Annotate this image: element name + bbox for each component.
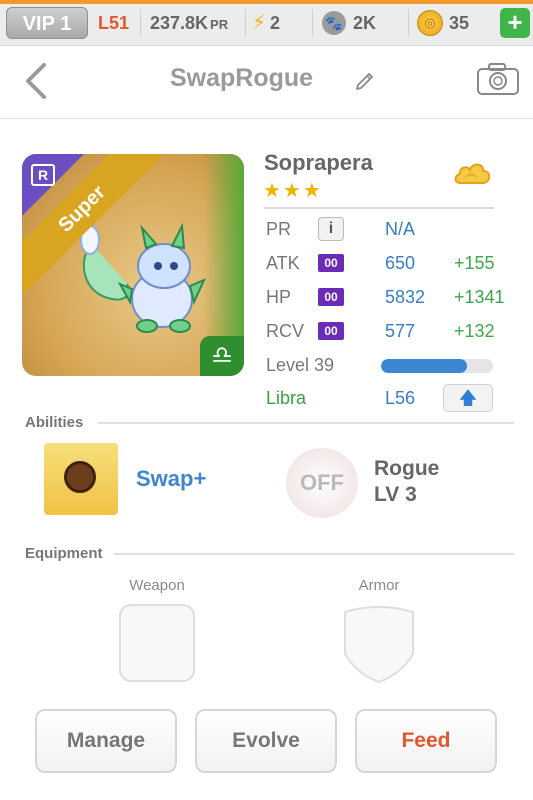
coin-counter[interactable]: 35 bbox=[449, 8, 469, 38]
passive-info: Rogue LV 3 bbox=[374, 456, 439, 508]
add-coins-button[interactable]: + bbox=[500, 8, 530, 38]
divider bbox=[245, 9, 246, 37]
divider bbox=[408, 9, 409, 37]
stats-divider bbox=[264, 207, 494, 209]
pr-stat-value: N/A bbox=[385, 219, 416, 239]
swap-ability-icon[interactable] bbox=[44, 443, 118, 515]
zodiac-icon: ♎ bbox=[200, 336, 244, 376]
pencil-icon[interactable] bbox=[354, 68, 376, 90]
weapon-label: Weapon bbox=[129, 577, 185, 594]
stat-row-atk: ATK 00 650 +155 bbox=[264, 249, 514, 277]
divider bbox=[140, 9, 141, 37]
zodiac-upgrade-button[interactable]: 🡅 bbox=[443, 384, 493, 412]
vip-badge[interactable]: VIP 1 bbox=[6, 7, 88, 39]
energy-value: 2 bbox=[270, 13, 281, 33]
stat-row-hp: HP 00 5832 +1341 bbox=[264, 283, 514, 311]
stat-row-zodiac: Libra L56 🡅 bbox=[264, 384, 514, 412]
passive-name: Rogue bbox=[374, 457, 440, 480]
passive-off-icon[interactable]: OFF bbox=[286, 448, 358, 518]
stat-row-level: Level 39 bbox=[264, 351, 514, 379]
equipment-title: Equipment bbox=[25, 545, 103, 562]
divider bbox=[312, 9, 313, 37]
atk-label: ATK bbox=[266, 253, 300, 273]
atk-plus-badge: 00 bbox=[318, 254, 344, 272]
abilities-divider bbox=[98, 422, 514, 424]
pr-label: PR bbox=[266, 219, 292, 239]
player-pr: 237.8K PR bbox=[150, 8, 228, 38]
hp-label: HP bbox=[266, 287, 292, 307]
hp-value: 5832 bbox=[385, 287, 426, 307]
camera-icon[interactable] bbox=[476, 62, 520, 96]
bolt-icon: ⚡ bbox=[252, 12, 267, 34]
page-header: SwapRogue bbox=[0, 47, 533, 119]
back-icon[interactable] bbox=[22, 61, 52, 101]
player-level: L51 bbox=[98, 13, 130, 33]
evolve-button[interactable]: Evolve bbox=[195, 709, 337, 773]
stat-row-pr: PR i N/A bbox=[264, 215, 514, 243]
rcv-label: RCV bbox=[266, 321, 305, 341]
passive-state: OFF bbox=[300, 470, 344, 495]
level-progress-fill bbox=[381, 359, 468, 373]
atk-value: 650 bbox=[385, 253, 416, 273]
pr-value: 237.8K bbox=[150, 13, 209, 33]
paw-icon: 🐾 bbox=[322, 11, 346, 35]
hp-plus-badge: 00 bbox=[318, 288, 344, 306]
top-accent-strip bbox=[0, 0, 533, 4]
rcv-value: 577 bbox=[385, 321, 416, 341]
abilities-title: Abilities bbox=[25, 414, 84, 431]
monster-card[interactable]: R Super ♎ bbox=[22, 154, 244, 376]
armor-label: Armor bbox=[358, 577, 400, 594]
rarity-badge: R bbox=[31, 164, 55, 186]
stat-row-rcv: RCV 00 577 +132 bbox=[264, 317, 514, 345]
weapon-slot[interactable] bbox=[119, 604, 195, 682]
manage-button[interactable]: Manage bbox=[35, 709, 177, 773]
cloud-element-icon bbox=[454, 163, 491, 184]
ability-ball-icon bbox=[64, 461, 96, 493]
rcv-bonus: +132 bbox=[454, 321, 495, 341]
armor-slot[interactable] bbox=[341, 604, 417, 684]
passive-level: LV 3 bbox=[374, 483, 417, 506]
pr-unit: PR bbox=[210, 17, 229, 32]
zodiac-label: Libra bbox=[266, 388, 307, 408]
monster-name: Soprapera bbox=[264, 150, 373, 175]
title-wrap: SwapRogue bbox=[170, 64, 313, 100]
rcv-plus-badge: 00 bbox=[318, 322, 344, 340]
level-progress-bar bbox=[381, 359, 493, 373]
coin-icon: ◎ bbox=[417, 10, 443, 36]
zodiac-level: L56 bbox=[385, 388, 416, 408]
ability-name[interactable]: Swap+ bbox=[136, 466, 206, 492]
level-label: Level 39 bbox=[266, 355, 335, 375]
energy-counter[interactable]: ⚡ 2 bbox=[252, 8, 280, 38]
hp-bonus: +1341 bbox=[454, 287, 505, 307]
equipment-divider bbox=[114, 553, 514, 555]
star-rating: ★★★ bbox=[263, 180, 323, 202]
page-title: SwapRogue bbox=[170, 64, 314, 92]
top-status-bar: VIP 1 L51 237.8K PR ⚡ 2 🐾 2K ◎ 35 + bbox=[0, 0, 533, 46]
info-icon[interactable]: i bbox=[318, 217, 344, 241]
feed-button[interactable]: Feed bbox=[355, 709, 497, 773]
atk-bonus: +155 bbox=[454, 253, 495, 273]
paw-counter[interactable]: 2K bbox=[353, 8, 376, 38]
monster-image bbox=[80, 222, 206, 333]
